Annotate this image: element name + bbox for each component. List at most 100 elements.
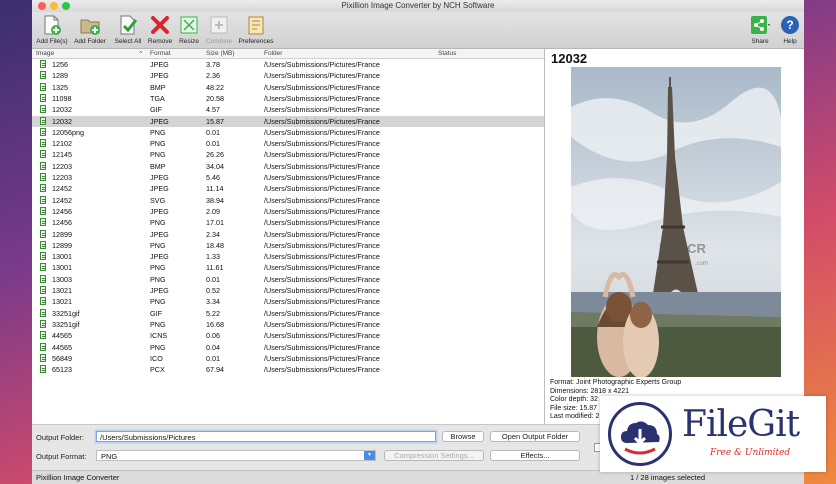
table-row[interactable]: 13001 PNG 11.61/Users/Submissions/Pictures…: [32, 262, 544, 273]
table-row[interactable]: 12456 PNG 17.01/Users/Submissions/Pictures…: [32, 217, 544, 228]
cell-size: 0.06: [206, 331, 220, 341]
cell-name: 12452: [52, 195, 72, 205]
cell-name: 1256: [52, 60, 68, 69]
cell-folder: /Users/Submissions/Pictures/France: [264, 173, 380, 182]
table-row[interactable]: 13001 JPEG 1.33/Users/Submissions/Pictures…: [32, 251, 544, 262]
cell-folder: /Users/Submissions/Pictures/France: [264, 240, 380, 250]
table-row[interactable]: 44565 ICNS 0.06/Users/Submissions/Pictures…: [32, 330, 544, 341]
table-row[interactable]: 56849 ICO 0.01/Users/Submissions/Pictures/…: [32, 353, 544, 364]
cell-size: 0.01: [206, 139, 220, 149]
table-row[interactable]: 12456 JPEG 2.09/Users/Submissions/Pictures…: [32, 206, 544, 217]
image-list[interactable]: Image ⌃ Format Size (MB) Folder Status 1…: [32, 49, 545, 424]
output-format-select[interactable]: PNG ▾: [96, 450, 376, 461]
table-row[interactable]: 12056png PNG 0.01/Users/Submissions/Pictur…: [32, 127, 544, 138]
table-row[interactable]: 12032 JPEG 15.87/Users/Submissions/Picture…: [32, 115, 544, 127]
cloud-download-icon: [621, 421, 660, 455]
compression-settings-button[interactable]: Compression Settings...: [384, 450, 484, 461]
cell-folder: /Users/Submissions/Pictures/France: [264, 82, 380, 92]
table-row[interactable]: 12899 PNG 18.48/Users/Submissions/Pictures…: [32, 240, 544, 251]
table-row[interactable]: 11098 TGA 20.58/Users/Submissions/Pictures…: [32, 93, 544, 104]
add-files-button[interactable]: Add File(s): [34, 14, 70, 48]
cell-folder: /Users/Submissions/Pictures/France: [264, 150, 380, 160]
select-all-button[interactable]: Select All: [112, 14, 144, 48]
resize-button[interactable]: Resize: [176, 14, 202, 48]
cell-size: 34.04: [206, 161, 224, 171]
cell-size: 4.57: [206, 105, 220, 115]
output-folder-input[interactable]: /Users/Submissions/Pictures: [96, 431, 436, 442]
table-row[interactable]: 33251gif PNG 16.68/Users/Submissions/Pictu…: [32, 319, 544, 330]
cell-folder: /Users/Submissions/Pictures/France: [264, 71, 380, 81]
column-format[interactable]: Format: [150, 50, 171, 57]
cell-name: 44565: [52, 331, 72, 341]
table-row[interactable]: 12145 PNG 26.26/Users/Submissions/Pictures…: [32, 149, 544, 160]
table-row[interactable]: 1325 BMP 48.22/Users/Submissions/Pictures/…: [32, 82, 544, 93]
cell-folder: /Users/Submissions/Pictures/France: [264, 218, 380, 228]
cell-name: 12056png: [52, 127, 84, 137]
table-row[interactable]: 1256 JPEG 3.78/Users/Submissions/Pictures/…: [32, 59, 544, 70]
preferences-button[interactable]: Preferences: [236, 14, 276, 48]
column-folder[interactable]: Folder: [264, 50, 282, 57]
preferences-icon: [248, 16, 264, 35]
table-row[interactable]: 12452 SVG 38.94/Users/Submissions/Pictures…: [32, 195, 544, 206]
cell-format: ICO: [150, 353, 163, 363]
cell-name: 1325: [52, 82, 68, 92]
list-header: Image ⌃ Format Size (MB) Folder Status: [32, 49, 544, 59]
cell-folder: /Users/Submissions/Pictures/France: [264, 127, 380, 137]
browse-button[interactable]: Browse: [442, 431, 484, 442]
cell-name: 12145: [52, 150, 72, 160]
image-file-icon: [40, 240, 46, 249]
combine-button[interactable]: Combine: [204, 14, 234, 48]
table-row[interactable]: 12899 JPEG 2.34/Users/Submissions/Pictures…: [32, 229, 544, 240]
image-file-icon: [40, 365, 46, 374]
table-row[interactable]: 12102 PNG 0.01/Users/Submissions/Pictures/…: [32, 138, 544, 149]
share-button[interactable]: Share: [748, 14, 772, 48]
image-file-icon: [40, 286, 46, 294]
table-row[interactable]: 13021 JPEG 0.52/Users/Submissions/Pictures…: [32, 285, 544, 296]
cell-name: 12032: [52, 116, 72, 126]
cell-size: 0.01: [206, 353, 220, 363]
add-folder-button[interactable]: Add Folder: [72, 14, 108, 48]
cell-format: JPEG: [150, 252, 169, 262]
help-icon: ?: [781, 16, 799, 34]
cell-name: 12456: [52, 206, 72, 216]
cell-format: JPEG: [150, 184, 169, 194]
table-row[interactable]: 65123 PCX 67.94/Users/Submissions/Pictures…: [32, 364, 544, 375]
table-row[interactable]: 1289 JPEG 2.36/Users/Submissions/Pictures/…: [32, 70, 544, 81]
help-button[interactable]: ? Help: [778, 14, 802, 48]
cell-folder: /Users/Submissions/Pictures/France: [264, 365, 380, 375]
table-row[interactable]: 13003 PNG 0.01/Users/Submissions/Pictures/…: [32, 274, 544, 285]
preview-pane: 12032 FILECR .com Format: Joint Photogra…: [545, 49, 804, 424]
table-row[interactable]: 12032 GIF 4.57/Users/Submissions/Pictures/…: [32, 104, 544, 115]
minimize-window-button[interactable]: [50, 2, 58, 10]
column-status[interactable]: Status: [438, 50, 456, 57]
cell-format: PCX: [150, 365, 165, 375]
cell-folder: /Users/Submissions/Pictures/France: [264, 105, 380, 115]
table-row[interactable]: 12203 JPEG 5.46/Users/Submissions/Pictures…: [32, 172, 544, 183]
table-row[interactable]: 44565 PNG 0.04/Users/Submissions/Pictures/…: [32, 342, 544, 353]
cell-format: GIF: [150, 105, 162, 115]
cell-format: PNG: [150, 319, 166, 329]
cell-name: 13001: [52, 263, 72, 273]
cell-format: ICNS: [150, 331, 168, 341]
effects-button[interactable]: Effects...: [490, 450, 580, 461]
remove-button[interactable]: Remove: [146, 14, 174, 48]
cell-size: 3.34: [206, 297, 220, 307]
column-size[interactable]: Size (MB): [206, 50, 235, 57]
table-row[interactable]: 13021 PNG 3.34/Users/Submissions/Pictures/…: [32, 296, 544, 307]
image-file-icon: [40, 105, 46, 114]
cell-format: BMP: [150, 161, 166, 171]
close-window-button[interactable]: [38, 2, 46, 10]
zoom-window-button[interactable]: [62, 2, 70, 10]
cell-size: 5.22: [206, 308, 220, 318]
column-image[interactable]: Image: [36, 50, 54, 57]
open-output-folder-button[interactable]: Open Output Folder: [490, 431, 580, 442]
cell-name: 1289: [52, 71, 68, 81]
cell-folder: /Users/Submissions/Pictures/France: [264, 161, 380, 171]
image-file-icon: [40, 331, 46, 340]
cell-format: JPEG: [150, 286, 169, 295]
table-row[interactable]: 33251gif GIF 5.22/Users/Submissions/Pictur…: [32, 308, 544, 319]
cell-format: JPEG: [150, 229, 169, 239]
table-row[interactable]: 12203 BMP 34.04/Users/Submissions/Pictures…: [32, 161, 544, 172]
cell-folder: /Users/Submissions/Pictures/France: [264, 274, 380, 284]
table-row[interactable]: 12452 JPEG 11.14/Users/Submissions/Picture…: [32, 183, 544, 194]
